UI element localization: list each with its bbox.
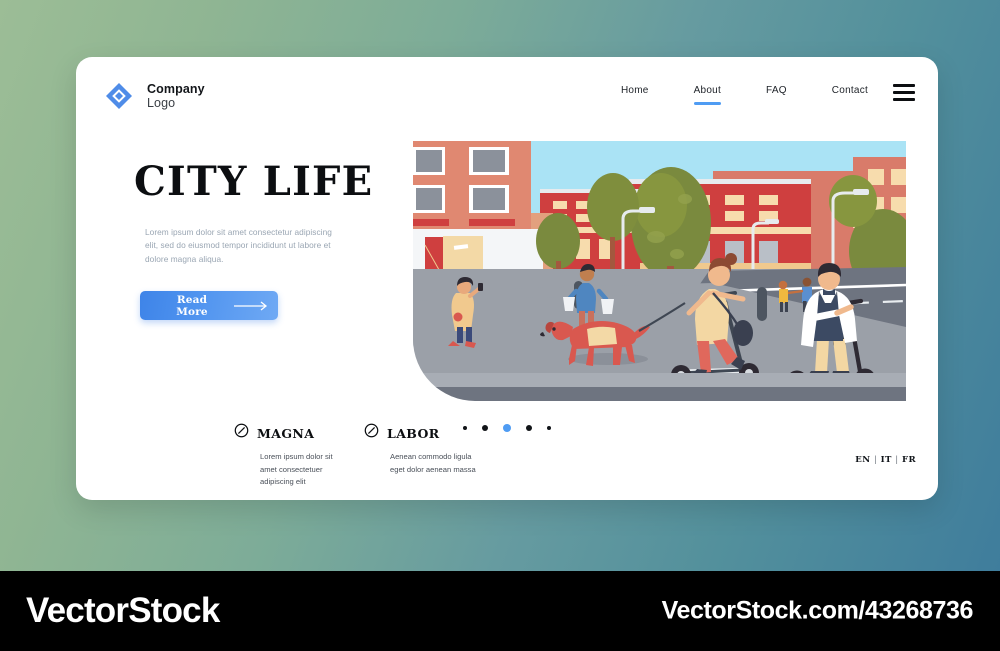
brand-subtitle: Logo (147, 96, 176, 110)
feature-list: MAGNA Lorem ipsum dolor sit amet consect… (234, 423, 476, 489)
language-option-en[interactable]: EN (855, 455, 870, 465)
site-header: Company Logo Home About FAQ Contact (76, 57, 938, 135)
carousel-dot-1[interactable] (462, 426, 467, 431)
screenshot-root: Company Logo Home About FAQ Contact CITY… (0, 0, 1000, 651)
carousel-dot-3-active[interactable] (502, 424, 512, 433)
hamburger-menu-icon[interactable] (893, 84, 915, 101)
watermark-url: VectorStock.com/43268736 (661, 596, 974, 625)
nav-item-home[interactable]: Home (621, 85, 649, 105)
page-title: CITY LIFE (134, 158, 374, 205)
carousel-dots (76, 424, 938, 433)
read-more-label: Read More (176, 293, 208, 318)
feature-body: Lorem ipsum dolor sit amet consectetuer … (260, 452, 333, 487)
brand-name: Company (147, 82, 205, 96)
nav-item-about[interactable]: About (693, 85, 722, 105)
hero-section: CITY LIFE Lorem ipsum dolor sit amet con… (134, 158, 434, 321)
language-separator: | (895, 455, 899, 465)
brand-logo[interactable]: Company Logo (104, 81, 205, 111)
nav-item-faq[interactable]: FAQ (766, 85, 787, 105)
language-separator: | (873, 455, 878, 465)
main-navigation: Home About FAQ Contact (621, 85, 868, 105)
nav-item-contact[interactable]: Contact (832, 85, 868, 105)
feature-body: Aenean commodo ligula eget dolor aenean … (390, 452, 476, 474)
diamond-logo-icon (104, 81, 134, 111)
hero-description: Lorem ipsum dolor sit amet consectetur a… (145, 227, 332, 264)
feature-item-labor: LABOR Aenean commodo ligula eget dolor a… (364, 423, 476, 489)
watermark-brand: VectorStock (26, 591, 220, 630)
carousel-dot-2[interactable] (481, 425, 488, 432)
feature-item-magna: MAGNA Lorem ipsum dolor sit amet consect… (234, 423, 333, 489)
landing-page-card: Company Logo Home About FAQ Contact CITY… (76, 57, 938, 500)
carousel-dot-5[interactable] (547, 426, 552, 431)
city-street-scooter-illustration (413, 141, 906, 401)
carousel-dot-4[interactable] (526, 425, 533, 432)
language-option-it[interactable]: IT (881, 455, 892, 465)
language-switcher: EN | IT | FR (855, 455, 916, 465)
language-option-fr[interactable]: FR (902, 455, 916, 465)
arrow-right-icon (234, 301, 272, 311)
watermark-bar: VectorStock VectorStock.com/43268736 (0, 571, 1000, 651)
read-more-button[interactable]: Read More (140, 291, 278, 321)
